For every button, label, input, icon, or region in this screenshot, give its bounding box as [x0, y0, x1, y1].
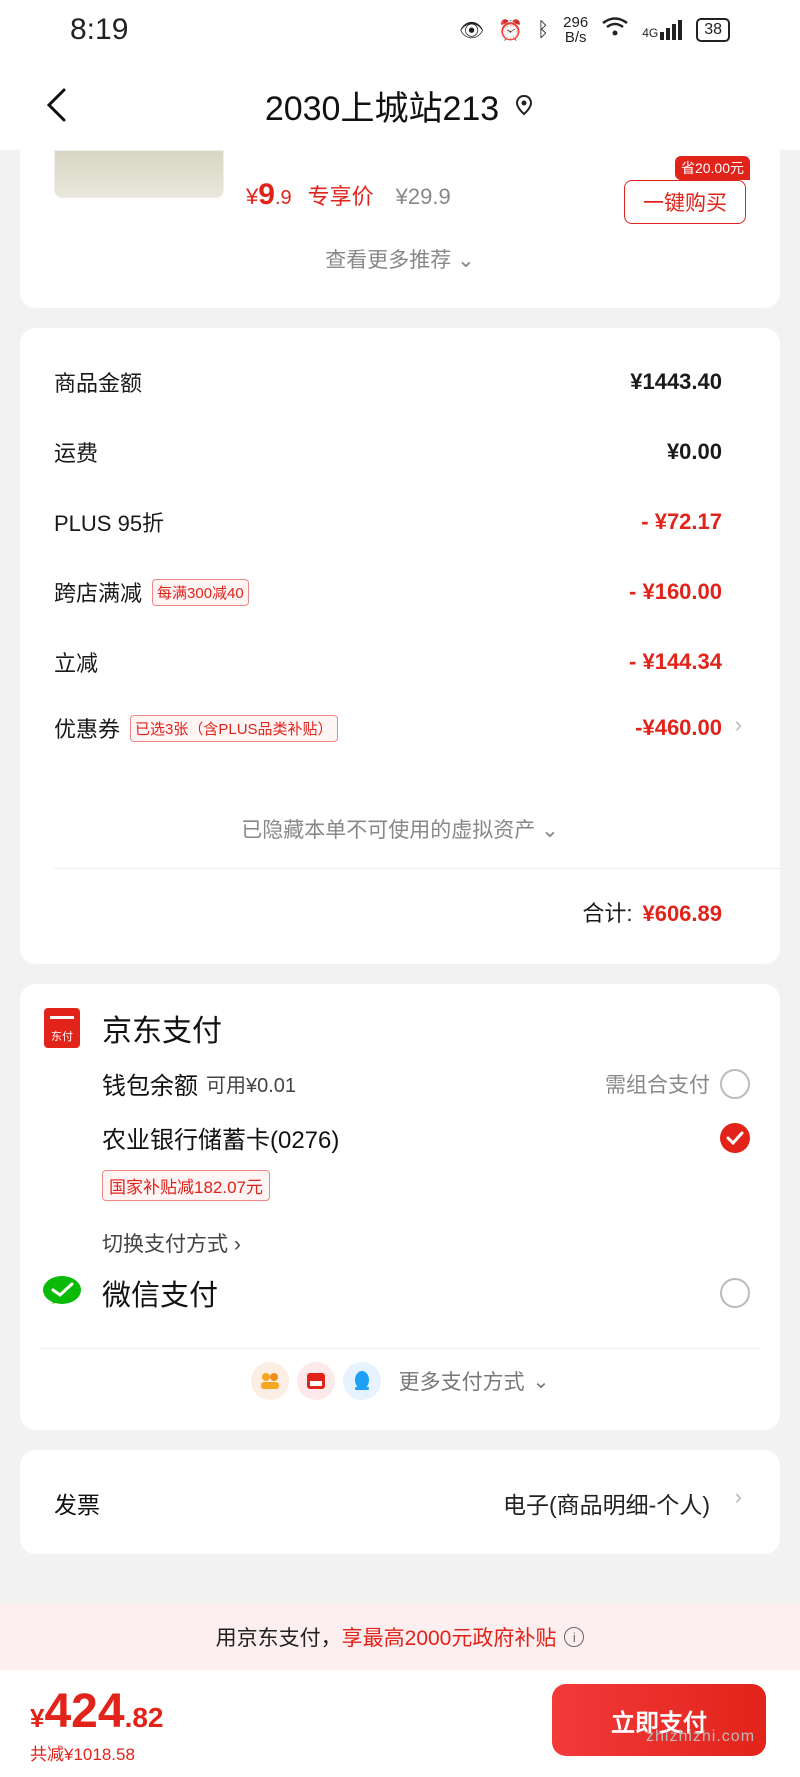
chevron-right-icon: ›: [734, 1484, 742, 1509]
status-bar: 8:19 👁 ⏰ ᛒ 296 B/s 4G 38: [0, 0, 800, 60]
bank-card-radio-checked[interactable]: [720, 1122, 750, 1153]
invoice-card[interactable]: 发票 电子(商品明细-个人) ›: [20, 1450, 780, 1554]
bank-app-icon: [296, 1362, 335, 1400]
check-icon: [726, 1131, 744, 1145]
eye-icon: 👁: [458, 19, 485, 42]
exclusive-price-label: 专享价: [307, 184, 374, 209]
one-click-buy: 省20.00元 一键购买: [624, 156, 750, 224]
shipping-row: 运费 ¥0.00: [54, 439, 722, 466]
more-payment-methods[interactable]: 更多支付方式 ⌄: [20, 1362, 780, 1400]
back-button[interactable]: [36, 80, 76, 130]
alarm-icon: ⏰: [498, 19, 524, 42]
bank-card-option[interactable]: 农业银行储蓄卡(0276): [102, 1120, 750, 1155]
network-speed: 296 B/s: [563, 14, 589, 46]
jd-pay-title: 京东支付: [102, 1015, 222, 1048]
divider: [54, 868, 780, 869]
wifi-icon: [602, 17, 628, 43]
jd-pay-logo-icon: 东付: [44, 1008, 80, 1048]
signal-icon: 4G: [642, 20, 683, 40]
checkout-footer: ¥ 424 .82 共减¥1018.58 立即支付: [0, 1670, 800, 1777]
original-price: ¥29.9: [395, 184, 451, 209]
bluetooth-icon: ᛒ: [537, 18, 550, 41]
plus-discount-row: PLUS 95折 - ¥72.17: [54, 509, 722, 536]
nav-bar: 2030上城站213: [0, 60, 800, 150]
chevron-right-icon: ›: [233, 1233, 241, 1256]
chevron-left-icon: [46, 88, 66, 122]
wallet-balance-option[interactable]: 钱包余额 可用¥0.01 需组合支付: [102, 1066, 750, 1101]
wechat-pay-option[interactable]: 微信支付: [102, 1272, 750, 1314]
subsidy-badge: 国家补贴减182.07元: [102, 1170, 270, 1201]
save-badge: 省20.00元: [674, 156, 750, 180]
coupon-tag: 已选3张（含PLUS品类补贴）: [130, 714, 338, 742]
instant-cut-row: 立减 - ¥144.34: [54, 649, 722, 676]
location-pin-icon[interactable]: [513, 94, 535, 116]
wechat-radio[interactable]: [720, 1278, 750, 1308]
info-icon[interactable]: i: [564, 1627, 585, 1647]
chevron-down-icon: ⌄: [541, 819, 559, 842]
wechat-logo-icon: [43, 1276, 81, 1304]
hidden-assets-toggle[interactable]: 已隐藏本单不可使用的虚拟资产 ⌄: [20, 814, 780, 844]
cross-store-row[interactable]: 跨店满减 每满300减40 - ¥160.00: [54, 576, 722, 608]
status-icons: 👁 ⏰ ᛒ 296 B/s 4G 38: [459, 15, 730, 45]
status-time: 8:19: [70, 13, 129, 46]
order-total: 合计: ¥606.89: [582, 901, 722, 926]
subsidy-banner[interactable]: 用京东支付， 享最高2000元政府补贴 i: [0, 1604, 800, 1670]
goods-amount-row: 商品金额 ¥1443.40: [54, 369, 722, 396]
recommend-card: ¥ 9 .9 专享价 ¥29.9 省20.00元 一键购买 查看更多推荐 ⌄: [20, 150, 780, 308]
invoice-label: 发票: [54, 1492, 100, 1518]
qq-icon: [342, 1362, 381, 1400]
switch-payment-method[interactable]: 切换支付方式 ›: [102, 1228, 241, 1258]
total-saved: 共减¥1018.58: [30, 1745, 135, 1764]
wallet-radio[interactable]: [720, 1068, 750, 1099]
chevron-down-icon: ⌄: [532, 1370, 550, 1393]
coupon-row[interactable]: 优惠券 已选3张（含PLUS品类补贴） -¥460.00: [54, 712, 722, 744]
see-more-recommend[interactable]: 查看更多推荐 ⌄: [20, 244, 780, 274]
one-click-buy-button[interactable]: 一键购买: [624, 180, 746, 224]
payment-card: 东付 京东支付 钱包余额 可用¥0.01 需组合支付 农业银行储蓄卡(0276)…: [20, 984, 780, 1430]
recommend-price: ¥ 9 .9 专享价 ¥29.9: [246, 178, 451, 211]
chevron-right-icon[interactable]: ›: [735, 712, 742, 738]
page-title: 2030上城站213: [264, 89, 500, 128]
watermark: zhizhizhi.com: [646, 1728, 756, 1745]
invoice-value: 电子(商品明细-个人): [503, 1492, 710, 1518]
cross-store-tag: 每满300减40: [152, 578, 249, 606]
pay-amount: ¥ 424 .82: [30, 1685, 164, 1738]
order-summary-card: 商品金额 ¥1443.40 运费 ¥0.00 PLUS 95折 - ¥72.17…: [20, 328, 780, 964]
friend-pay-icon: [250, 1362, 289, 1400]
product-thumbnail[interactable]: [54, 150, 224, 198]
chevron-down-icon: ⌄: [457, 249, 475, 272]
battery-icon: 38: [696, 18, 730, 42]
divider: [40, 1348, 760, 1349]
